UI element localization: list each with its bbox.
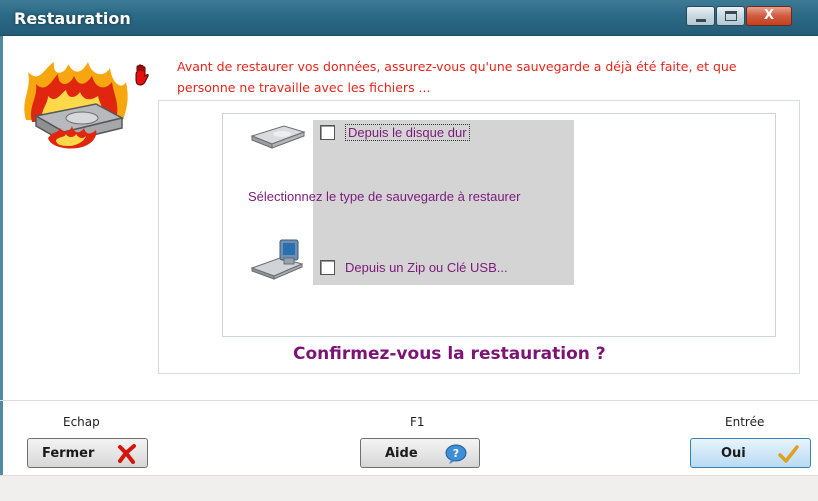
select-type-instruction: Sélectionnez le type de sauvegarde à res…: [248, 189, 521, 204]
oui-label: Oui: [721, 446, 746, 461]
oui-button[interactable]: Oui: [690, 438, 811, 468]
status-strip: [0, 475, 818, 501]
close-button[interactable]: X: [746, 6, 792, 26]
shortcut-entree: Entrée: [725, 415, 765, 429]
maximize-button[interactable]: [716, 6, 745, 26]
confirm-question: Confirmez-vous la restauration ?: [293, 344, 606, 364]
checkmark-icon: [778, 445, 799, 463]
usb-drive-icon: [250, 239, 304, 280]
minimize-icon: [696, 19, 706, 22]
svg-text:?: ?: [453, 447, 459, 460]
burning-disk-icon: [24, 62, 128, 149]
option-hard-disk[interactable]: Depuis le disque dur: [320, 124, 470, 141]
maximize-icon: [725, 11, 737, 21]
aide-label: Aide: [385, 446, 418, 461]
fermer-button[interactable]: Fermer: [27, 438, 148, 468]
hard-disk-checkbox[interactable]: [320, 125, 335, 140]
footer-divider: [0, 400, 818, 401]
warning-message: Avant de restaurer vos données, assurez-…: [177, 59, 737, 95]
minimize-button[interactable]: [686, 6, 715, 26]
hard-disk-label[interactable]: Depuis le disque dur: [345, 124, 470, 141]
warning-hand-icon: [135, 64, 149, 86]
hard-drive-icon: [250, 125, 306, 149]
aide-button[interactable]: Aide ?: [360, 438, 480, 468]
usb-label[interactable]: Depuis un Zip ou Clé USB...: [345, 260, 508, 275]
usb-checkbox[interactable]: [320, 260, 335, 275]
fermer-label: Fermer: [42, 446, 95, 461]
option-usb[interactable]: Depuis un Zip ou Clé USB...: [320, 260, 508, 275]
help-icon: ?: [445, 444, 467, 464]
close-icon: X: [763, 8, 775, 23]
shortcut-echap: Echap: [63, 415, 100, 429]
red-x-icon: [118, 444, 136, 464]
shortcut-f1: F1: [410, 415, 425, 429]
window-frame-left: [0, 36, 3, 501]
window-title: Restauration: [14, 9, 131, 28]
title-bar[interactable]: Restauration X: [0, 0, 818, 36]
